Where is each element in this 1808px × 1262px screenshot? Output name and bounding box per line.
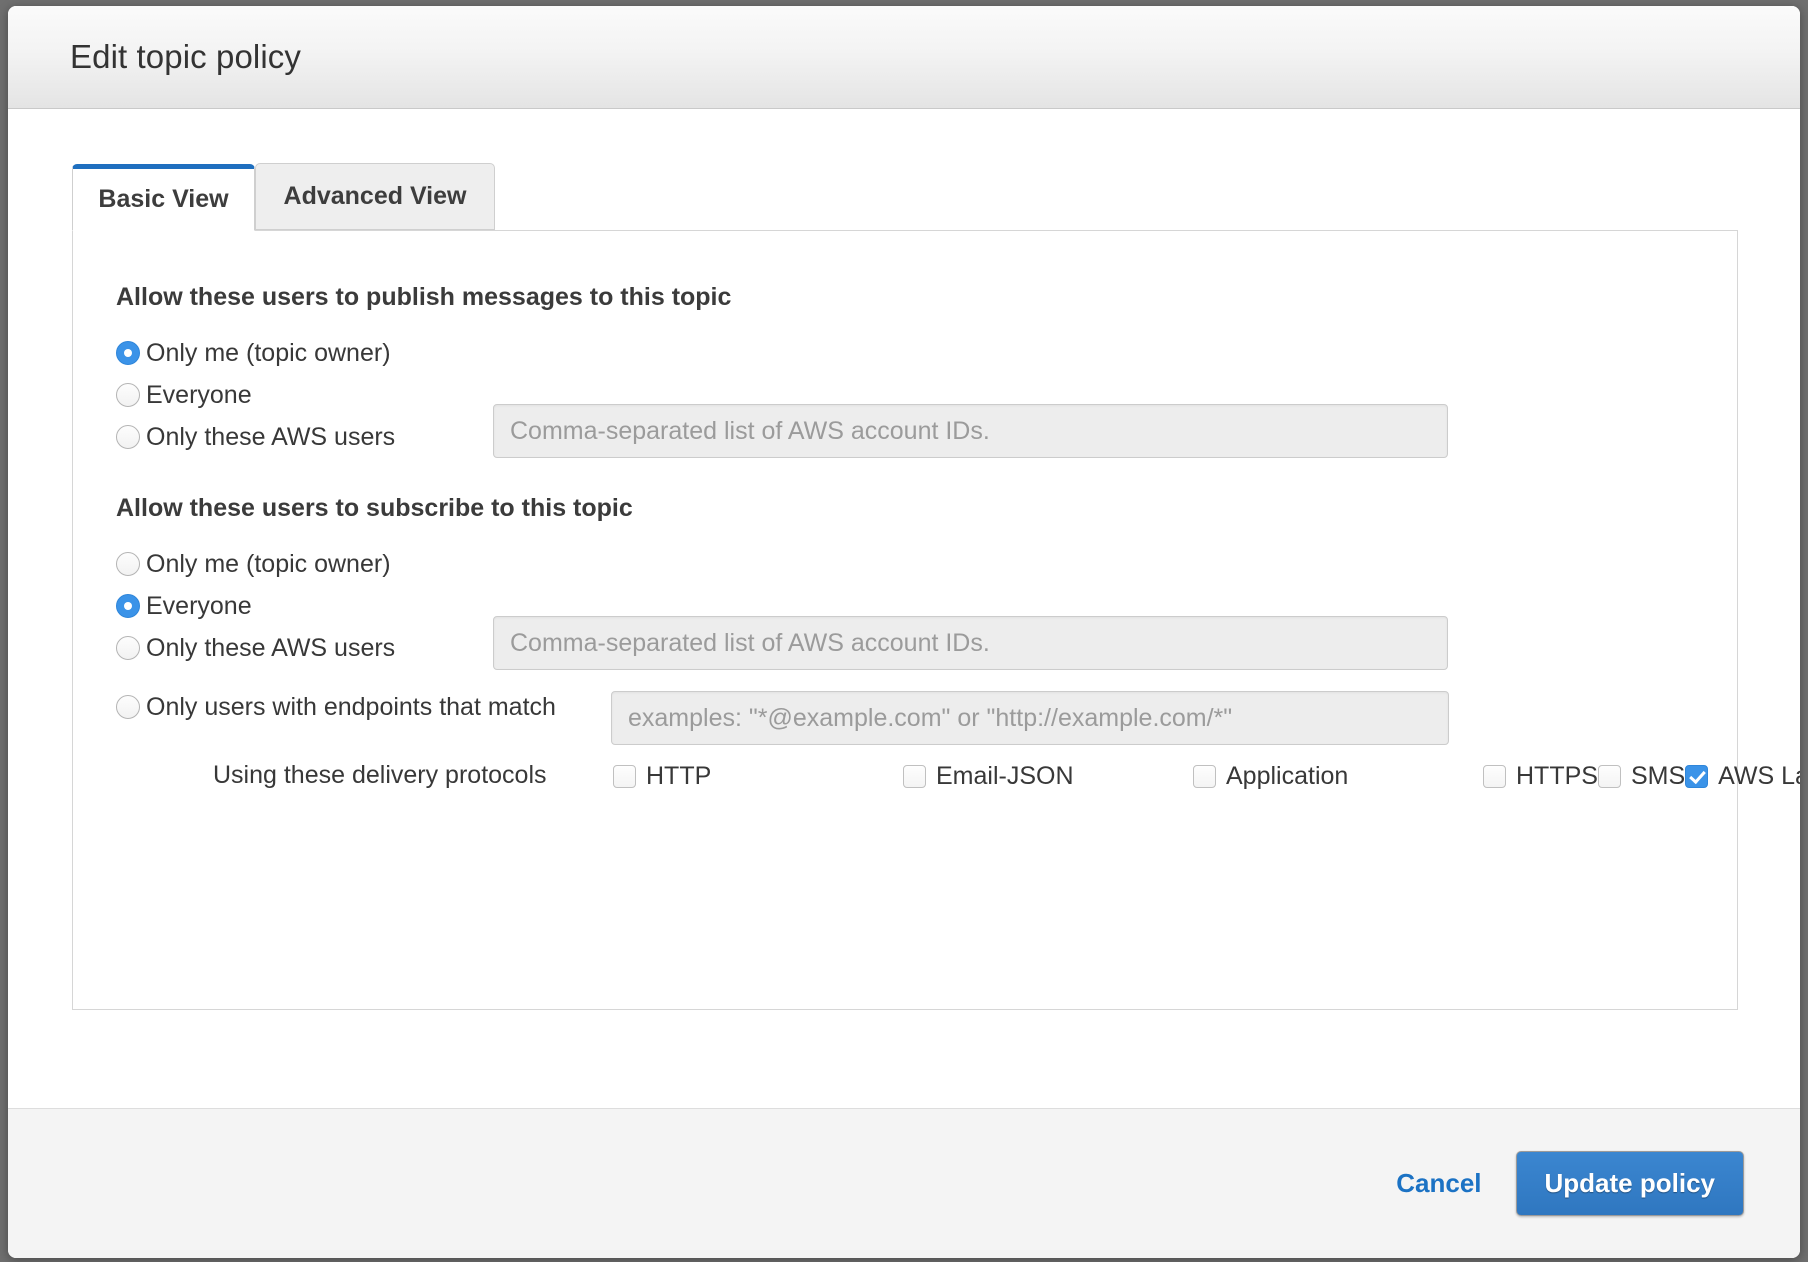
protocol-email-json-label: Email-JSON	[936, 762, 1074, 791]
protocol-application-label: Application	[1226, 762, 1348, 791]
subscribe-option-endpoint-match-label: Only users with endpoints that match	[146, 693, 556, 722]
dialog-footer: Cancel Update policy	[8, 1108, 1800, 1258]
basic-view-panel: Allow these users to publish messages to…	[72, 230, 1738, 1010]
dialog-body: Basic View Advanced View Allow these use…	[8, 109, 1800, 1108]
edit-topic-policy-dialog: Edit topic policy Basic View Advanced Vi…	[8, 6, 1800, 1258]
radio-subscribe-everyone[interactable]	[116, 594, 140, 618]
radio-subscribe-aws-users[interactable]	[116, 636, 140, 660]
cancel-button[interactable]: Cancel	[1396, 1168, 1481, 1199]
subscribe-option-only-me[interactable]: Only me (topic owner)	[73, 543, 1737, 585]
checkbox-sms[interactable]	[1598, 765, 1621, 788]
protocol-sms-label: SMS	[1631, 762, 1685, 791]
dialog-header: Edit topic policy	[8, 6, 1800, 109]
publish-account-ids-input[interactable]: Comma-separated list of AWS account IDs.	[493, 404, 1448, 458]
checkbox-application[interactable]	[1193, 765, 1216, 788]
page-title: Edit topic policy	[8, 38, 301, 76]
subscribe-account-ids-placeholder: Comma-separated list of AWS account IDs.	[494, 629, 990, 658]
protocol-email-json[interactable]: Email-JSON	[903, 758, 1193, 795]
checkbox-http[interactable]	[613, 765, 636, 788]
protocol-aws-lambda-label: AWS Lambda	[1718, 762, 1800, 791]
publish-option-only-me[interactable]: Only me (topic owner)	[73, 332, 1737, 374]
tabs-container: Basic View Advanced View Allow these use…	[72, 162, 1738, 1108]
checkbox-aws-lambda[interactable]	[1685, 765, 1708, 788]
protocol-sms[interactable]: SMS	[1598, 758, 1685, 795]
protocol-application[interactable]: Application	[1193, 758, 1483, 795]
tab-basic-view-label: Basic View	[98, 185, 228, 214]
protocol-https[interactable]: HTTPS	[1483, 758, 1598, 795]
radio-subscribe-endpoint-match[interactable]	[116, 695, 140, 719]
delivery-protocols-label: Using these delivery protocols	[213, 761, 547, 790]
subscribe-option-everyone-label: Everyone	[146, 592, 252, 621]
publish-option-everyone-label: Everyone	[146, 381, 252, 410]
tab-basic-view[interactable]: Basic View	[72, 164, 255, 231]
protocol-http[interactable]: HTTP	[613, 758, 903, 795]
protocol-https-label: HTTPS	[1516, 762, 1598, 791]
radio-publish-aws-users[interactable]	[116, 425, 140, 449]
tab-advanced-view[interactable]: Advanced View	[255, 163, 495, 230]
endpoint-match-input[interactable]: examples: "*@example.com" or "http://exa…	[611, 691, 1449, 745]
subscribe-account-ids-input[interactable]: Comma-separated list of AWS account IDs.	[493, 616, 1448, 670]
delivery-protocols-grid: HTTP Email-JSON Application HTTPS	[613, 758, 1800, 795]
subscribe-option-endpoint-match[interactable]: Only users with endpoints that match	[73, 686, 556, 728]
subscribe-option-aws-users-label: Only these AWS users	[146, 634, 395, 663]
checkbox-email-json[interactable]	[903, 765, 926, 788]
publish-option-aws-users-label: Only these AWS users	[146, 423, 395, 452]
radio-publish-everyone[interactable]	[116, 383, 140, 407]
update-policy-button[interactable]: Update policy	[1516, 1151, 1744, 1216]
subscribe-section-heading: Allow these users to subscribe to this t…	[73, 494, 1737, 523]
publish-section-heading: Allow these users to publish messages to…	[73, 283, 1737, 312]
radio-publish-only-me[interactable]	[116, 341, 140, 365]
publish-option-only-me-label: Only me (topic owner)	[146, 339, 391, 368]
publish-account-ids-placeholder: Comma-separated list of AWS account IDs.	[494, 417, 990, 446]
protocol-http-label: HTTP	[646, 762, 711, 791]
endpoint-match-placeholder: examples: "*@example.com" or "http://exa…	[612, 704, 1232, 733]
subscribe-option-only-me-label: Only me (topic owner)	[146, 550, 391, 579]
checkbox-https[interactable]	[1483, 765, 1506, 788]
tab-advanced-view-label: Advanced View	[284, 182, 467, 211]
protocol-aws-lambda[interactable]: AWS Lambda	[1685, 758, 1800, 795]
tab-strip: Basic View Advanced View	[72, 162, 1738, 230]
radio-subscribe-only-me[interactable]	[116, 552, 140, 576]
